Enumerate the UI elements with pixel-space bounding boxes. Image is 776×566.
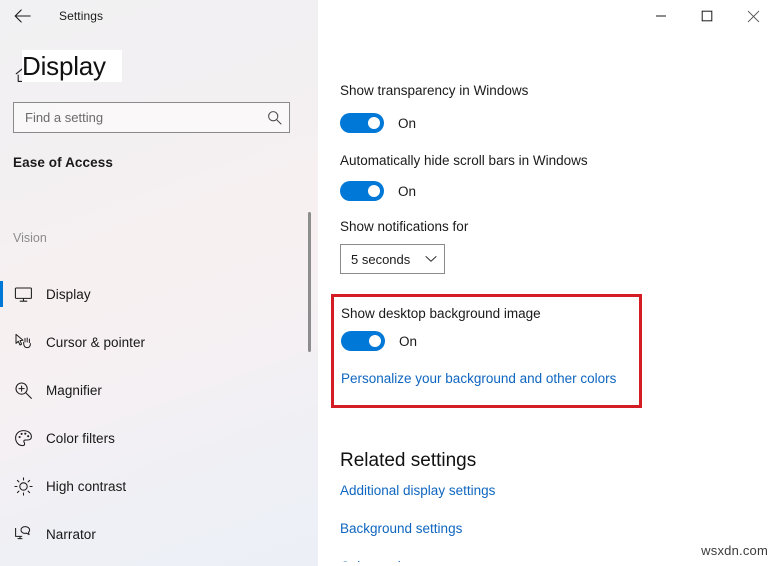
- setting-row-hide-scrollbars: On: [340, 181, 416, 201]
- toggle-transparency[interactable]: [340, 113, 384, 133]
- sticky-header-mask: [318, 32, 776, 81]
- sidebar-item-label: Narrator: [46, 527, 96, 542]
- toggle-knob: [368, 117, 380, 129]
- settings-window: Settings Home Find a setting: [0, 0, 776, 566]
- sidebar: Settings Home Find a setting: [0, 0, 318, 566]
- toggle-desktop-background[interactable]: [341, 331, 385, 351]
- link-additional-display-settings[interactable]: Additional display settings: [340, 483, 495, 498]
- search-placeholder: Find a setting: [14, 110, 259, 125]
- monitor-icon: [0, 286, 46, 303]
- setting-label-hide-scrollbars: Automatically hide scroll bars in Window…: [340, 153, 588, 168]
- setting-label-transparency: Show transparency in Windows: [340, 83, 528, 98]
- sidebar-item-high-contrast[interactable]: High contrast: [0, 462, 300, 510]
- page-title: Display: [22, 50, 122, 82]
- toggle-state-hide-scrollbars: On: [398, 184, 416, 199]
- selection-indicator: [0, 281, 3, 307]
- narrator-icon: [0, 525, 46, 543]
- sidebar-item-magnifier[interactable]: Magnifier: [0, 366, 300, 414]
- page-category-title: Ease of Access: [13, 155, 113, 170]
- setting-row-transparency: On: [340, 113, 416, 133]
- sidebar-item-label: Color filters: [46, 431, 115, 446]
- toggle-knob: [368, 185, 380, 197]
- link-background-settings[interactable]: Background settings: [340, 521, 462, 536]
- chevron-down-icon: [418, 255, 444, 263]
- palette-icon: [0, 429, 46, 448]
- sidebar-item-label: Display: [46, 287, 91, 302]
- main-content: Show transparency in Windows On Automati…: [318, 0, 776, 566]
- sidebar-item-cursor-pointer[interactable]: Cursor & pointer: [0, 318, 300, 366]
- sidebar-item-label: High contrast: [46, 479, 126, 494]
- back-arrow-icon: [14, 9, 31, 23]
- sidebar-scrollbar[interactable]: [305, 0, 314, 566]
- toggle-hide-scrollbars[interactable]: [340, 181, 384, 201]
- settings-scroll-area: Show transparency in Windows On Automati…: [318, 0, 776, 566]
- sidebar-item-color-filters[interactable]: Color filters: [0, 414, 300, 462]
- window-title: Settings: [59, 9, 103, 23]
- setting-label-notifications: Show notifications for: [340, 219, 468, 234]
- dropdown-selected-value: 5 seconds: [341, 252, 418, 267]
- cursor-pointer-icon: [0, 333, 46, 351]
- watermark: wsxdn.com: [701, 543, 768, 558]
- titlebar-left: Settings: [0, 0, 318, 32]
- link-personalize-background[interactable]: Personalize your background and other co…: [341, 371, 616, 386]
- toggle-knob: [369, 335, 381, 347]
- sidebar-nav: Display Cursor & pointer: [0, 270, 300, 558]
- sun-icon: [0, 477, 46, 496]
- sidebar-item-narrator[interactable]: Narrator: [0, 510, 300, 558]
- sidebar-item-display[interactable]: Display: [0, 270, 300, 318]
- sidebar-item-label: Cursor & pointer: [46, 335, 145, 350]
- magnifier-icon: [0, 381, 46, 400]
- sidebar-group-label: Vision: [13, 231, 47, 245]
- bottom-edge-mask: [318, 562, 776, 566]
- notifications-duration-dropdown[interactable]: 5 seconds: [340, 244, 445, 274]
- sidebar-scrollbar-thumb[interactable]: [308, 212, 311, 352]
- toggle-state-transparency: On: [398, 116, 416, 131]
- toggle-state-desktop-background: On: [399, 334, 417, 349]
- setting-label-desktop-background: Show desktop background image: [341, 306, 541, 321]
- setting-row-desktop-background: On: [341, 331, 417, 351]
- search-input[interactable]: Find a setting: [13, 102, 290, 133]
- back-button[interactable]: [0, 0, 44, 32]
- search-icon[interactable]: [259, 110, 289, 125]
- sidebar-item-label: Magnifier: [46, 383, 102, 398]
- related-settings-heading: Related settings: [340, 450, 476, 472]
